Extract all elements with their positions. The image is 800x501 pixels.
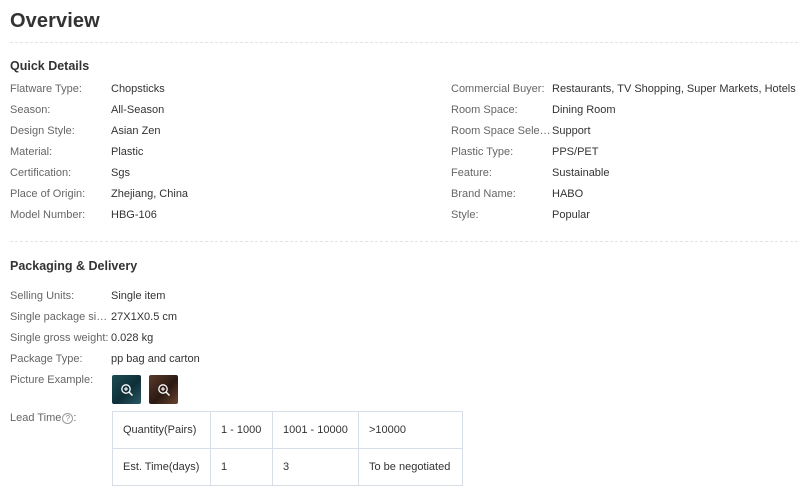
quick-details-divider (10, 241, 798, 242)
page-title: Overview (10, 10, 100, 32)
detail-value: Support (552, 125, 591, 137)
detail-row: Design Style: Asian Zen (10, 125, 410, 139)
detail-label: Place of Origin: (10, 188, 86, 200)
detail-label: Room Space: (451, 104, 518, 116)
packaging-label: Single gross weight: (10, 332, 109, 344)
packaging-label: Package Type: (10, 353, 83, 365)
detail-value: HBG-106 (111, 209, 157, 221)
detail-row: Season: All-Season (10, 104, 410, 118)
detail-label: Style: (451, 209, 479, 221)
table-cell: Est. Time(days) (112, 448, 211, 486)
packaging-label: Selling Units: (10, 290, 75, 302)
detail-row: Place of Origin: Zhejiang, China (10, 188, 410, 202)
detail-label: Certification: (10, 167, 72, 179)
detail-value: Chopsticks (111, 83, 165, 95)
detail-row: Model Number: HBG-106 (10, 209, 410, 223)
detail-row: Commercial Buyer: Restaurants, TV Shoppi… (451, 83, 798, 97)
detail-label: Flatware Type: (10, 83, 82, 95)
detail-row: Room Space Select... Support (451, 125, 798, 139)
detail-value: Restaurants, TV Shopping, Super Markets,… (552, 83, 796, 95)
packaging-row: Selling Units: Single item (10, 290, 410, 304)
detail-row: Style: Popular (451, 209, 798, 223)
packaging-value: 0.028 kg (111, 332, 154, 344)
packaging-row: Package Type: pp bag and carton (10, 353, 410, 367)
packaging-title: Packaging & Delivery (10, 259, 138, 273)
quick-details-title: Quick Details (10, 59, 90, 73)
table-cell: 1001 - 10000 (272, 411, 359, 449)
detail-label: Feature: (451, 167, 492, 179)
detail-value: Plastic (111, 146, 144, 158)
table-cell: Quantity(Pairs) (112, 411, 211, 449)
packaging-value: 27X1X0.5 cm (111, 311, 178, 323)
detail-label: Brand Name: (451, 188, 516, 200)
table-row: Quantity(Pairs) 1 - 1000 1001 - 10000 >1… (112, 411, 463, 449)
detail-row: Flatware Type: Chopsticks (10, 83, 410, 97)
table-cell: 1 - 1000 (210, 411, 273, 449)
title-divider (10, 42, 798, 43)
detail-label: Design Style: (10, 125, 75, 137)
detail-label: Room Space Select... (451, 125, 551, 137)
detail-row: Plastic Type: PPS/PET (451, 146, 798, 160)
table-row: Est. Time(days) 1 3 To be negotiated (112, 448, 463, 486)
packaging-value: Single item (111, 290, 166, 302)
table-cell: To be negotiated (358, 448, 463, 486)
detail-label: Material: (10, 146, 53, 158)
packaging-row: Single package size: 27X1X0.5 cm (10, 311, 410, 325)
detail-label: Plastic Type: (451, 146, 514, 158)
lead-time-table: Quantity(Pairs) 1 - 1000 1001 - 10000 >1… (112, 411, 463, 486)
detail-row: Room Space: Dining Room (451, 104, 798, 118)
detail-row: Brand Name: HABO (451, 188, 798, 202)
picture-example-row: Picture Example: (10, 374, 410, 388)
detail-row: Material: Plastic (10, 146, 410, 160)
lead-time-colon: : (73, 412, 77, 424)
table-cell: >10000 (358, 411, 463, 449)
picture-thumbnail-2[interactable] (149, 375, 178, 404)
zoom-in-icon (157, 383, 171, 397)
picture-thumbnail-1[interactable] (112, 375, 141, 404)
detail-label: Model Number: (10, 209, 86, 221)
detail-label: Season: (10, 104, 51, 116)
detail-value: Popular (552, 209, 590, 221)
lead-time-text: Lead Time (10, 412, 62, 424)
detail-value: HABO (552, 188, 584, 200)
table-cell: 1 (210, 448, 273, 486)
detail-row: Certification: Sgs (10, 167, 410, 181)
detail-value: Zhejiang, China (111, 188, 189, 200)
detail-value: PPS/PET (552, 146, 599, 158)
detail-row: Feature: Sustainable (451, 167, 798, 181)
lead-time-row: Lead Time?: (10, 412, 110, 426)
detail-value: Asian Zen (111, 125, 161, 137)
zoom-in-icon (120, 383, 134, 397)
packaging-value: pp bag and carton (111, 353, 200, 365)
detail-value: All-Season (111, 104, 165, 116)
help-circle-icon[interactable]: ? (62, 412, 74, 424)
picture-example-label: Picture Example: (10, 374, 94, 386)
detail-value: Dining Room (552, 104, 616, 116)
table-cell: 3 (272, 448, 359, 486)
detail-value: Sustainable (552, 167, 610, 179)
packaging-row: Single gross weight: 0.028 kg (10, 332, 410, 346)
detail-label: Commercial Buyer: (451, 83, 545, 95)
detail-value: Sgs (111, 167, 130, 179)
lead-time-label: Lead Time?: (10, 412, 110, 424)
packaging-label: Single package size: (10, 311, 110, 323)
